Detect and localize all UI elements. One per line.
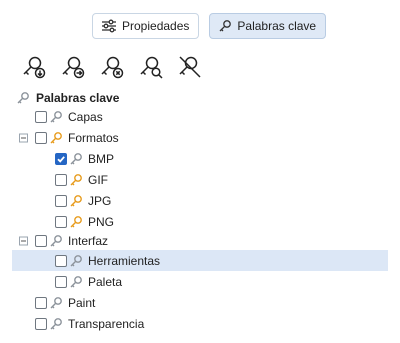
key-gray-icon (49, 317, 63, 331)
sliders-icon (101, 19, 117, 33)
checkbox[interactable] (35, 296, 47, 309)
checkmark-icon (57, 155, 65, 163)
tree-item-formatos[interactable]: Formatos (12, 127, 388, 148)
apply-key-icon (62, 56, 85, 79)
tree-item-label: BMP (88, 151, 115, 166)
tree-item-label: Herramientas (88, 253, 161, 268)
tab-propiedades[interactable]: Propiedades (92, 13, 200, 39)
tree-item-label: Interfaz (68, 233, 109, 248)
key-orange-icon (49, 131, 63, 145)
checkbox[interactable] (55, 215, 67, 228)
tree-item-jpg[interactable]: JPG (12, 190, 388, 211)
find-keyword-button[interactable] (137, 53, 165, 81)
checkbox[interactable] (35, 131, 47, 144)
tree-item-label: JPG (88, 193, 112, 208)
key-gray-icon (16, 91, 30, 105)
checkbox[interactable] (35, 234, 47, 247)
tree-item-bmp[interactable]: BMP (12, 148, 388, 169)
key-gray-icon (69, 254, 83, 268)
tree-item-label: Paint (68, 295, 96, 310)
key-icon (218, 19, 232, 33)
tree-item-interfaz[interactable]: Interfaz (12, 230, 388, 251)
clear-keys-icon (179, 56, 201, 78)
checkbox[interactable] (55, 173, 67, 186)
key-gray-icon (49, 234, 63, 248)
tree-item-capas[interactable]: Capas (12, 106, 388, 127)
checkbox[interactable] (55, 254, 67, 267)
add-key-icon (23, 56, 46, 79)
tree-root-label: Palabras clave (36, 90, 120, 105)
clear-keywords-button[interactable] (176, 53, 204, 81)
tree-item-paint[interactable]: Paint (12, 292, 388, 313)
find-key-icon (140, 56, 163, 79)
tree-item-png[interactable]: PNG (12, 211, 388, 232)
key-orange-icon (69, 173, 83, 187)
tree-item-label: Formatos (68, 130, 119, 145)
key-gray-icon (49, 296, 63, 310)
tab-bar: Propiedades Palabras clave (92, 13, 327, 39)
tree-item-label: Paleta (88, 274, 123, 289)
tree-item-label: PNG (88, 214, 115, 229)
tab-palabras-clave-label: Palabras clave (237, 19, 317, 33)
apply-keyword-button[interactable] (59, 53, 87, 81)
checkbox[interactable] (35, 317, 47, 330)
key-gray-icon (69, 275, 83, 289)
checkbox[interactable] (55, 194, 67, 207)
tree-item-label: Transparencia (68, 316, 145, 331)
checkbox[interactable] (55, 275, 67, 288)
add-keyword-button[interactable] (20, 53, 48, 81)
key-gray-icon (49, 110, 63, 124)
remove-key-icon (101, 56, 124, 79)
collapse-icon[interactable] (19, 236, 28, 245)
tree-item-transparencia[interactable]: Transparencia (12, 313, 388, 334)
tree-root[interactable]: Palabras clave (12, 87, 388, 108)
tab-propiedades-label: Propiedades (122, 19, 190, 33)
tab-palabras-clave[interactable]: Palabras clave (209, 13, 327, 39)
key-gray-icon (69, 152, 83, 166)
remove-keyword-button[interactable] (98, 53, 126, 81)
tree-item-label: GIF (88, 172, 108, 187)
checkbox-checked[interactable] (55, 152, 67, 165)
key-orange-icon (69, 194, 83, 208)
tree-item-label: Capas (68, 109, 103, 124)
tree-item-gif[interactable]: GIF (12, 169, 388, 190)
keyword-toolbar (20, 53, 204, 81)
checkbox[interactable] (35, 110, 47, 123)
tree-item-herramientas[interactable]: Herramientas (12, 250, 388, 271)
collapse-icon[interactable] (19, 133, 28, 142)
key-orange-icon (69, 215, 83, 229)
tree-item-paleta[interactable]: Paleta (12, 271, 388, 292)
